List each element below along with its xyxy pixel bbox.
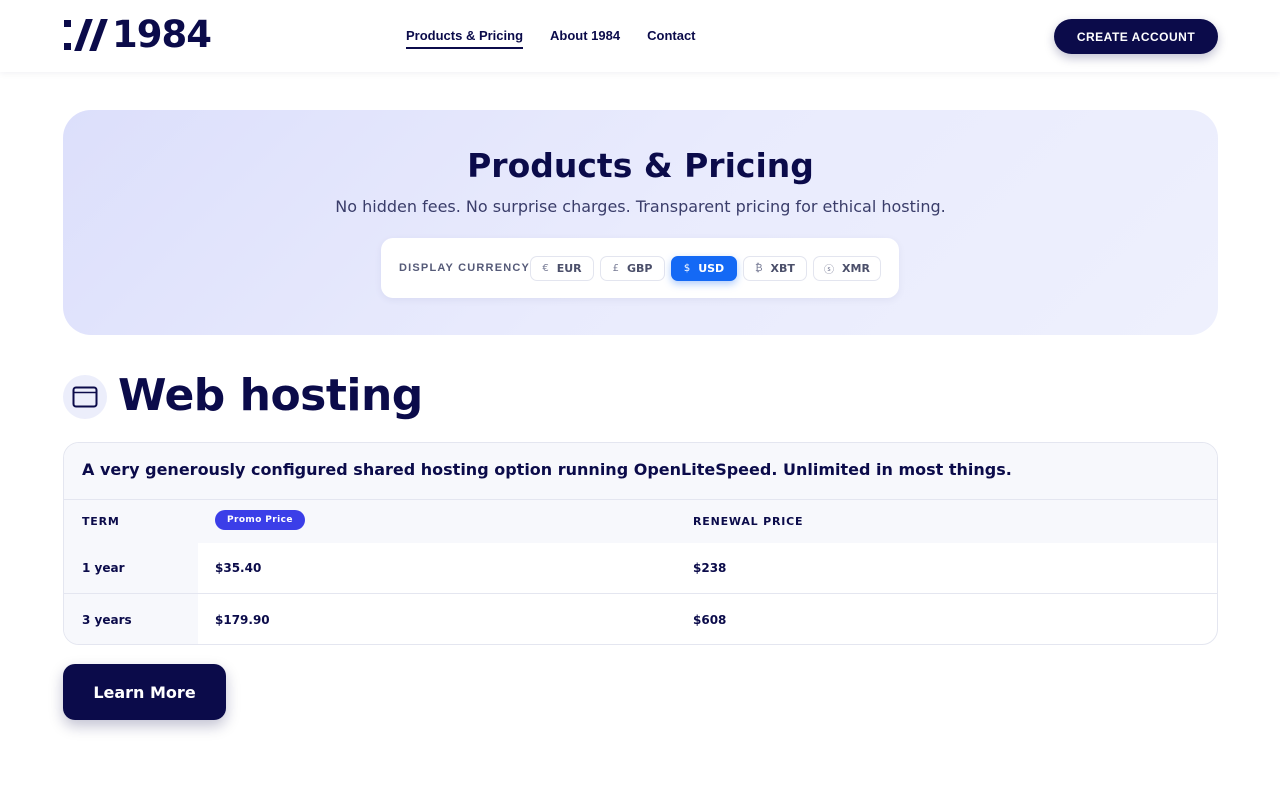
currency-usd-button[interactable]: $ USD: [671, 256, 737, 281]
page-title: Products & Pricing: [467, 146, 814, 185]
header-term: TERM: [64, 500, 198, 543]
logo-mark-icon: [64, 19, 108, 51]
table-row: 1 year $35.40 $238: [64, 543, 1217, 594]
learn-more-button[interactable]: Learn More: [63, 664, 226, 720]
renewal-price-cell: $238: [693, 561, 727, 575]
currency-code: XMR: [842, 262, 870, 275]
dollar-icon: $: [683, 263, 691, 274]
bitcoin-icon: ₿: [755, 263, 763, 274]
pound-icon: £: [612, 263, 619, 274]
currency-code: XBT: [770, 262, 795, 275]
nav-contact[interactable]: Contact: [647, 28, 695, 49]
monero-icon: ⓢ: [824, 265, 835, 276]
term-cell: 3 years: [64, 594, 198, 644]
renewal-price-cell: $608: [693, 612, 727, 627]
logo-text: 1984: [112, 13, 212, 56]
nav-products-pricing[interactable]: Products & Pricing: [406, 28, 524, 49]
currency-code: USD: [698, 262, 725, 275]
table-row: 3 years $179.90 $608: [64, 594, 1217, 644]
site-header: 1984 Products & Pricing About 1984 Conta…: [0, 0, 1280, 72]
logo[interactable]: 1984: [64, 13, 212, 56]
product-description: A very generously configured shared host…: [64, 443, 1217, 500]
currency-code: EUR: [556, 262, 582, 275]
section-title-web-hosting: Web hosting: [118, 370, 423, 421]
currency-xmr-button[interactable]: ⓢ XMR: [813, 256, 881, 281]
promo-price-badge: Promo Price: [215, 510, 305, 530]
currency-eur-button[interactable]: € EUR: [530, 256, 594, 281]
currency-code: GBP: [626, 262, 653, 275]
page-subtitle: No hidden fees. No surprise charges. Tra…: [335, 197, 946, 216]
currency-label: DISPLAY CURRENCY: [399, 262, 531, 274]
pricing-card: A very generously configured shared host…: [63, 442, 1218, 645]
term-cell: 1 year: [64, 543, 198, 593]
header-renewal: RENEWAL PRICE: [693, 515, 804, 528]
promo-price-cell: $35.40: [215, 561, 262, 575]
currency-selector: DISPLAY CURRENCY € EUR £ GBP $ USD ₿ XBT…: [381, 238, 899, 298]
promo-price-cell: $179.90: [215, 612, 270, 627]
currency-xbt-button[interactable]: ₿ XBT: [743, 256, 807, 281]
euro-icon: €: [542, 263, 549, 274]
create-account-button[interactable]: CREATE ACCOUNT: [1054, 19, 1218, 54]
pricing-hero: Products & Pricing No hidden fees. No su…: [63, 110, 1218, 335]
table-header-row: TERM Promo Price RENEWAL PRICE: [64, 500, 1217, 543]
main-nav: Products & Pricing About 1984 Contact: [406, 28, 696, 49]
browser-window-icon: [63, 375, 107, 419]
nav-about[interactable]: About 1984: [550, 28, 620, 49]
currency-gbp-button[interactable]: £ GBP: [600, 256, 665, 281]
